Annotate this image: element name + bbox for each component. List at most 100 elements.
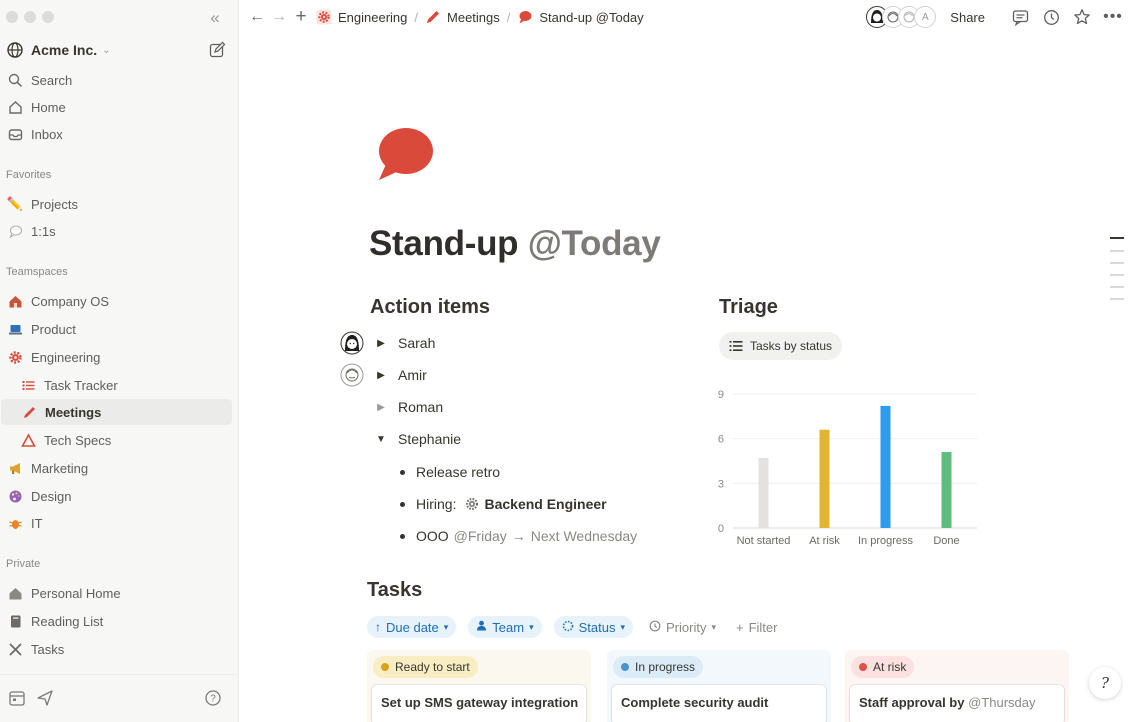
sidebar-item-projects[interactable]: ✏️ Projects [0,191,239,217]
list-item[interactable]: OOO @Friday → Next Wednesday [400,525,637,547]
house-icon [6,584,24,602]
sidebar-inbox[interactable]: Inbox [0,121,239,147]
y-tick-label: 0 [718,523,724,535]
sidebar-item-label: 1:1s [31,223,56,239]
sidebar-item-product[interactable]: Product [0,316,239,342]
sidebar-item-design[interactable]: Design [0,483,239,509]
x-tick-label: In progress [858,535,914,547]
back-arrow-icon[interactable]: ← [246,8,268,26]
view-selector[interactable]: Tasks by status [719,332,843,360]
maximize-window-button[interactable] [42,11,54,23]
speech-bubble-icon[interactable] [375,126,435,184]
status-badge[interactable]: In progress [613,656,704,678]
sidebar-item-company-os[interactable]: Company OS [0,288,239,314]
sidebar-item-engineering[interactable]: Engineering [0,344,239,370]
forward-arrow-icon[interactable]: → [268,8,290,26]
toggle-roman[interactable]: ▶ Roman [340,395,443,419]
status-bar-chart[interactable]: 0 3 6 9 Not started At risk In progress Done [705,380,990,555]
status-badge[interactable]: Ready to start [373,656,478,678]
breadcrumb-item-standup[interactable]: Stand-up @Today [517,9,644,25]
sidebar-item-personal-home[interactable]: Personal Home [0,580,239,606]
plus-icon: + [736,619,744,635]
toggle-amir[interactable]: ▶ Amir [340,363,427,387]
sidebar-item-task-tracker[interactable]: Task Tracker [0,372,239,398]
share-button[interactable]: Share [950,10,985,25]
task-card[interactable]: Set up SMS gateway integration [372,685,586,722]
task-card[interactable]: Staff approval by @Thursday [850,685,1064,722]
help-icon[interactable]: ? [204,689,222,707]
sidebar-item-tasks[interactable]: Tasks [0,636,239,662]
help-button[interactable]: ? [1089,667,1121,699]
sidebar-item-1-1s[interactable]: 1:1s [0,218,239,244]
board-column-at-risk: At risk Staff approval by @Thursday [845,650,1069,722]
sidebar-search[interactable]: Search [0,67,239,93]
pencil-icon: ✏️ [6,196,24,211]
filter-status-chip[interactable]: Status ▾ [553,616,634,638]
outline-mark[interactable] [1110,262,1124,264]
filter-team-chip[interactable]: Team ▾ [468,616,542,638]
outline-mark[interactable] [1110,286,1124,288]
breadcrumb-item-engineering[interactable]: Engineering [316,9,407,25]
add-filter-button[interactable]: + Filter [732,620,781,635]
speech-bubble-icon [517,9,533,25]
sidebar-item-it[interactable]: IT [0,510,239,536]
toggle-label: Amir [398,367,427,383]
toggle-stephanie[interactable]: ▼ Stephanie [340,427,461,451]
outline-mark[interactable] [1110,250,1124,252]
bar-in-progress[interactable] [880,405,891,528]
outline-mark[interactable] [1110,274,1124,276]
sidebar-item-label: Projects [31,196,78,212]
workspace-switcher[interactable]: Acme Inc. ⌄ [6,38,226,62]
bar-not-started[interactable] [758,458,769,528]
breadcrumb-item-meetings[interactable]: Meetings [425,9,500,25]
date-mention[interactable]: @Thursday [968,695,1035,710]
plus-icon[interactable]: + [290,6,312,28]
toggle-triangle-icon[interactable]: ▶ [374,402,388,413]
date-mention[interactable]: @Today [528,224,661,263]
send-icon[interactable] [36,689,54,707]
calendar-icon[interactable] [8,689,26,707]
minimize-window-button[interactable] [24,11,36,23]
action-items-heading: Action items [370,296,491,318]
book-icon [6,612,24,630]
status-label: At risk [873,660,907,674]
filter-priority-chip[interactable]: Priority ▾ [645,620,720,635]
sidebar-item-reading-list[interactable]: Reading List [0,608,239,634]
comments-icon[interactable] [1010,7,1030,27]
close-window-button[interactable] [6,11,18,23]
page-title-text: Stand-up [369,224,519,263]
list-item[interactable]: Hiring: Backend Engineer [400,493,607,515]
toggle-triangle-icon[interactable]: ▶ [374,370,388,381]
status-dot [859,663,867,671]
sort-due-date-chip[interactable]: ↑ Due date ▾ [367,616,457,638]
sidebar: « Acme Inc. ⌄ Search Home Inbox Favorite… [0,0,239,722]
date-mention[interactable]: @Friday [454,528,507,544]
sidebar-search-label: Search [31,72,73,88]
list-item[interactable]: Release retro [400,461,500,483]
toggle-triangle-open-icon[interactable]: ▼ [374,434,388,445]
task-card[interactable]: Complete security audit [612,685,826,722]
filter-bar: ↑ Due date ▾ Team ▾ Status ▾ Priority ▾ … [367,615,793,639]
page-link-backend-engineer[interactable]: Backend Engineer [484,496,606,512]
bar-done[interactable] [941,452,952,528]
outline-mark[interactable] [1110,298,1124,300]
bar-at-risk[interactable] [819,429,830,528]
sidebar-item-meetings[interactable]: Meetings [1,399,232,425]
status-badge[interactable]: At risk [851,656,915,678]
sidebar-item-marketing[interactable]: Marketing [0,455,239,481]
collaborator-avatars[interactable]: A [866,6,937,28]
toggle-sarah[interactable]: ▶ Sarah [340,331,435,355]
more-options-icon[interactable]: ••• [1103,7,1123,27]
sidebar-home[interactable]: Home [0,94,239,120]
list-icon [729,341,743,351]
bullet-icon [400,533,405,539]
new-page-icon[interactable] [208,41,226,59]
y-tick-label: 6 [718,434,724,446]
page-title[interactable]: Stand-up @Today [369,224,661,264]
collapse-sidebar-icon[interactable]: « [205,8,225,28]
toggle-triangle-icon[interactable]: ▶ [374,338,388,349]
favorite-star-icon[interactable] [1072,7,1092,27]
sidebar-item-tech-specs[interactable]: Tech Specs [0,427,239,453]
outline-mark-active[interactable] [1110,237,1124,239]
history-clock-icon[interactable] [1041,7,1061,27]
